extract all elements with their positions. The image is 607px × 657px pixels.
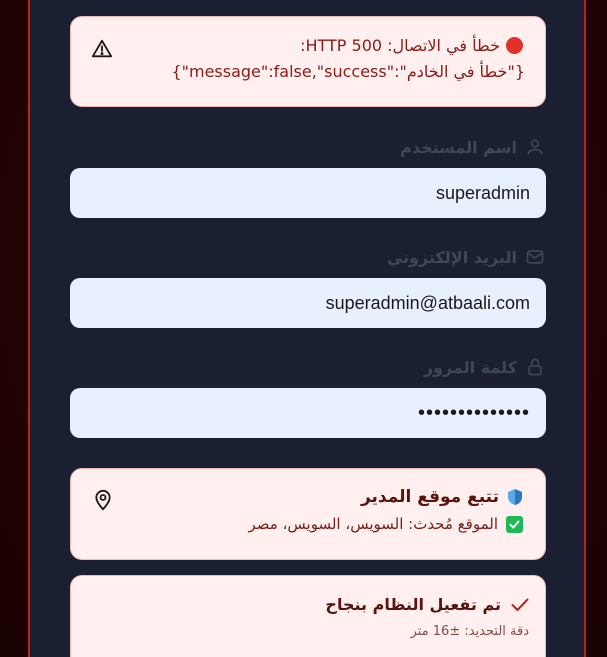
success-alert: تم تفعيل النظام بنجاح دقة التحديد: ±16 م… [70, 575, 546, 657]
location-tracking-panel: تتبع موقع المدير الموقع مُحدث: السويس، ا… [70, 468, 546, 560]
username-label: اسم المستخدم [400, 137, 545, 157]
error-message-line1: خطأ في الاتصال: HTTP 500: [300, 36, 523, 55]
shield-icon [508, 489, 522, 505]
red-circle-icon [506, 37, 523, 54]
user-icon [527, 139, 543, 155]
email-input[interactable]: superadmin@atbaali.com [70, 278, 546, 328]
warning-triangle-icon [91, 39, 113, 58]
check-icon [511, 598, 529, 611]
map-pin-icon [95, 489, 111, 511]
password-label: كلمة المرور [424, 357, 545, 377]
lock-icon [528, 358, 542, 376]
password-input[interactable]: •••••••••••••• [70, 388, 546, 438]
accuracy-text: دقة التحديد: ±16 متر [410, 624, 529, 639]
location-title: تتبع موقع المدير [361, 487, 523, 507]
email-label: البريد الإلكتروني [387, 247, 545, 267]
error-alert: خطأ في الاتصال: HTTP 500: {"message":fal… [70, 16, 546, 107]
location-status: الموقع مُحدث: السويس، السويس، مصر [249, 515, 523, 533]
username-input[interactable]: superadmin [70, 168, 546, 218]
checkmark-icon [506, 515, 523, 533]
success-title: تم تفعيل النظام بنجاح [325, 595, 529, 614]
error-message-line2: {"message":false,"success":"خطأ في الخاد… [171, 62, 525, 81]
mail-icon [526, 250, 544, 264]
error-text: خطأ في الاتصال: HTTP 500: [300, 36, 500, 55]
